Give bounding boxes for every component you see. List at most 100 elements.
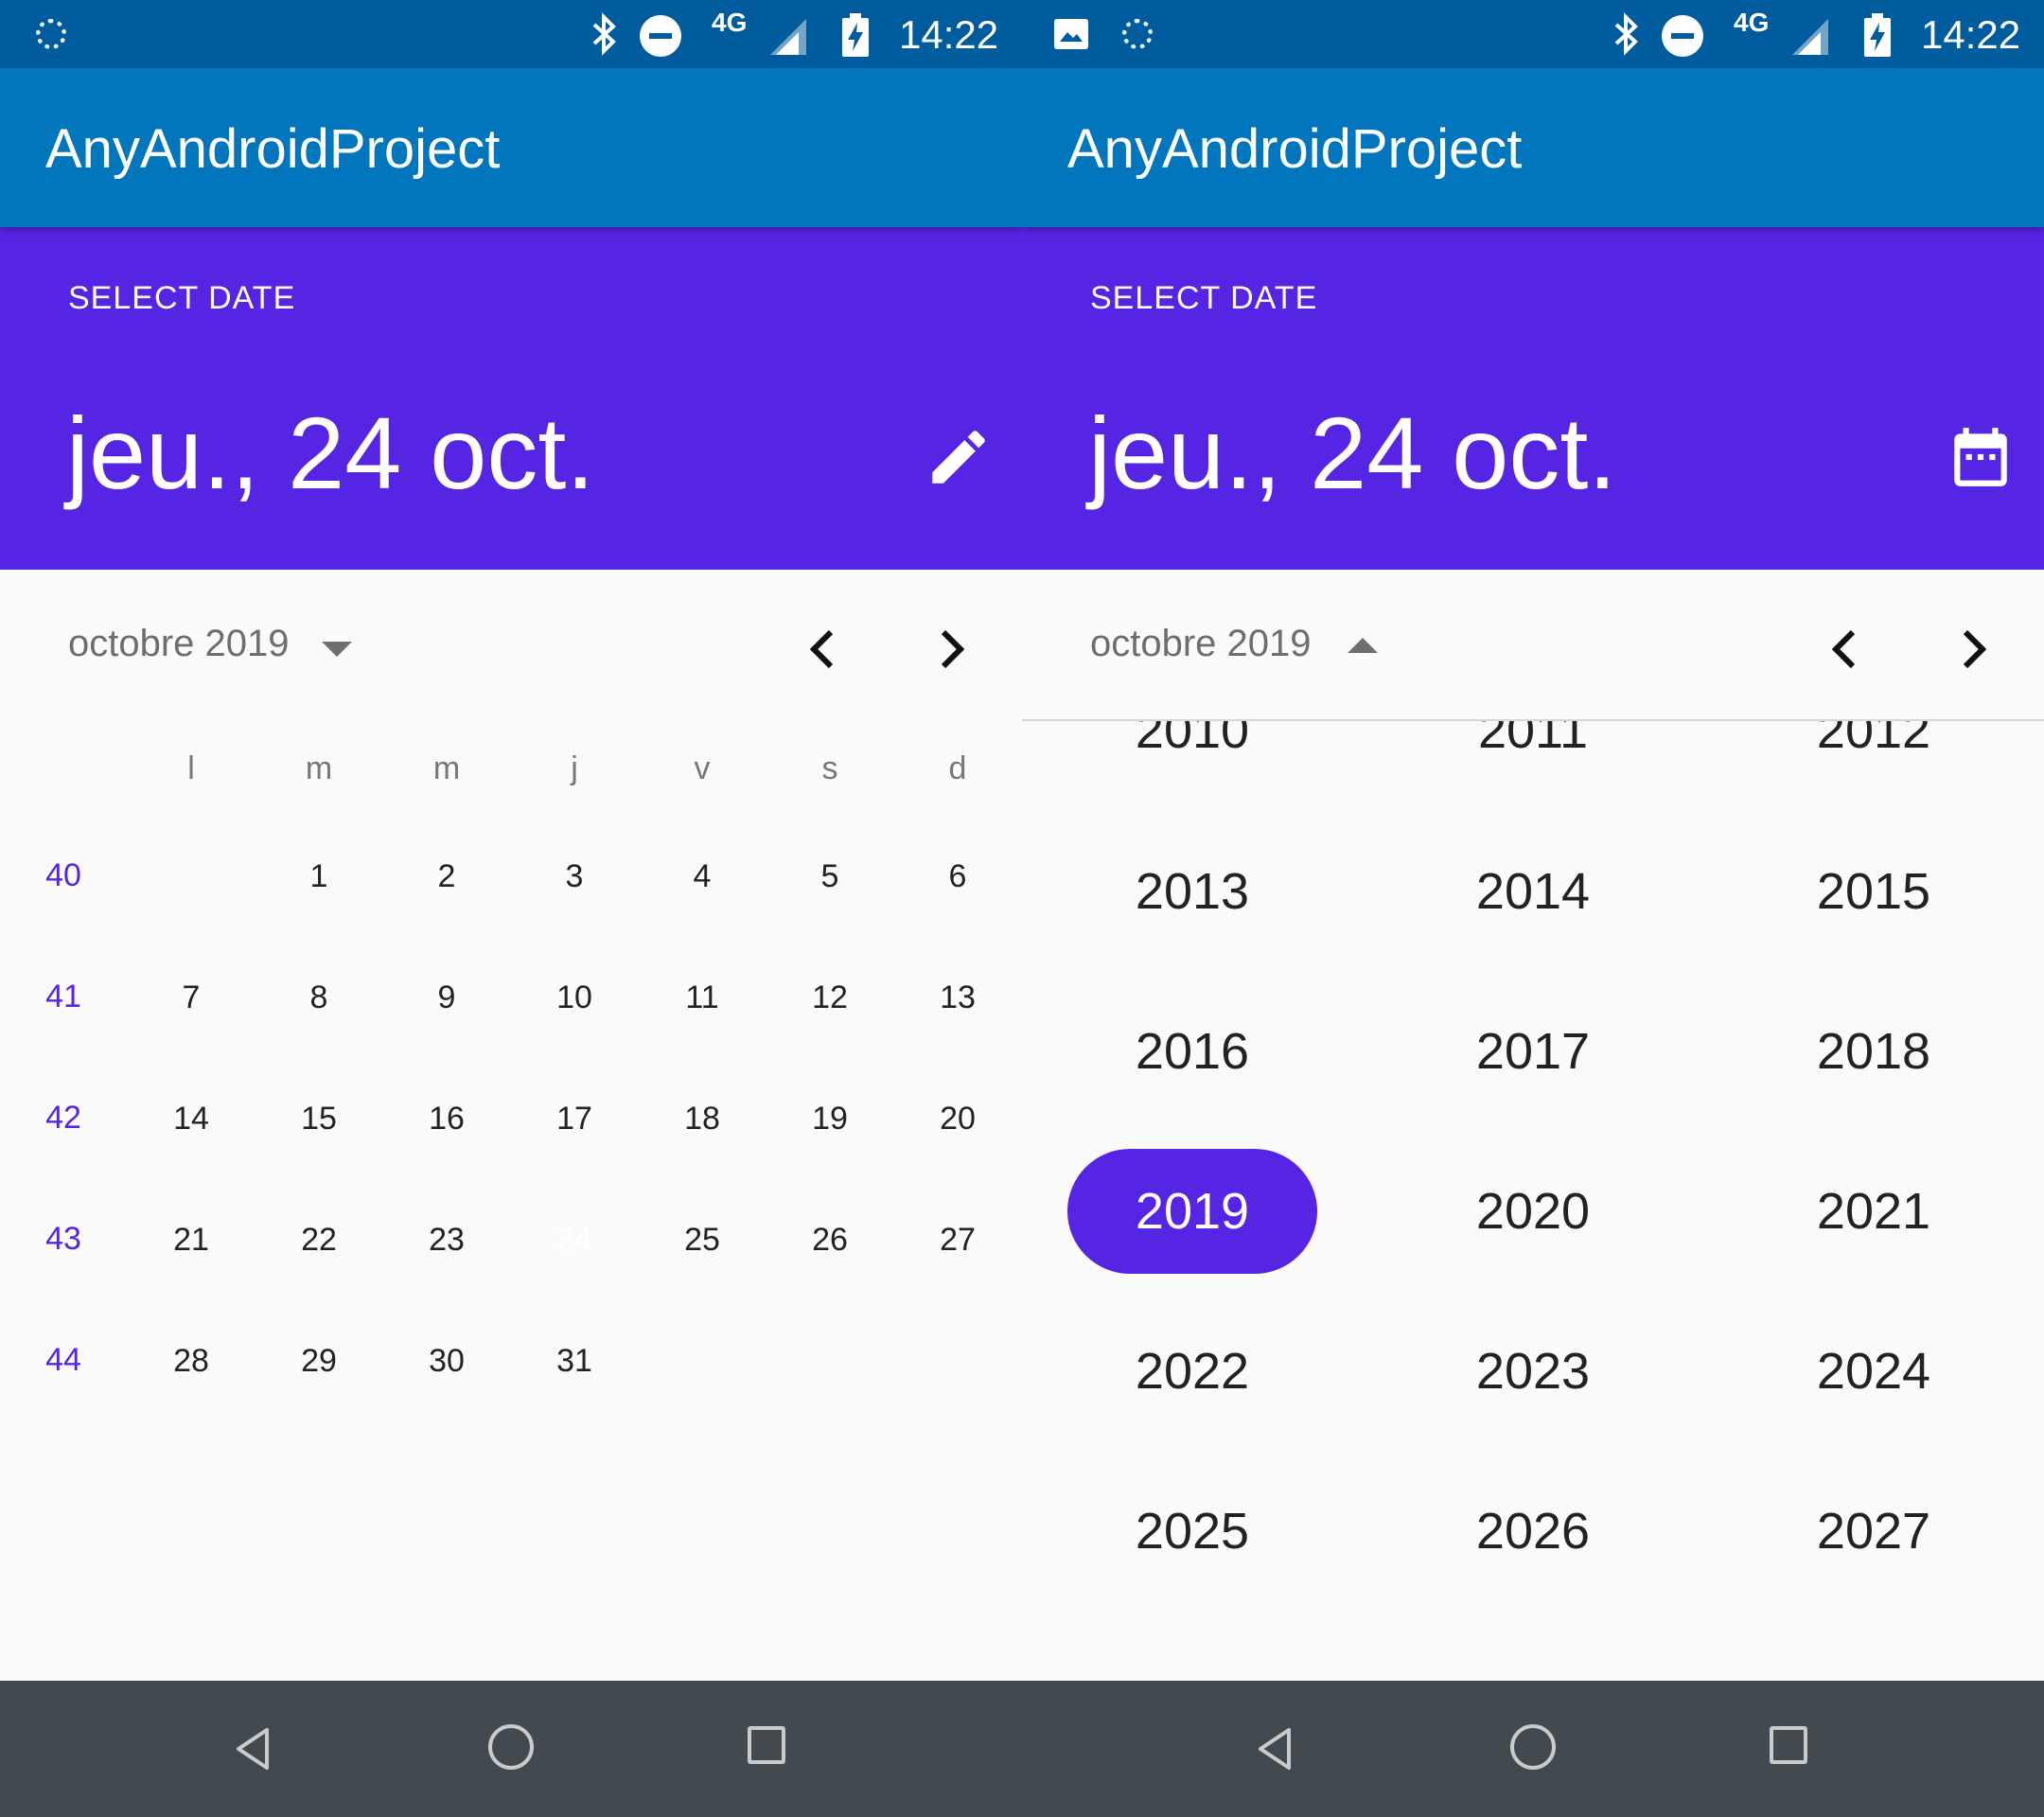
- selected-date-display: jeu., 24 oct.: [66, 396, 595, 510]
- year-item[interactable]: 2020: [1408, 1149, 1658, 1274]
- calendar-icon[interactable]: [1946, 422, 2016, 492]
- year-item[interactable]: 2013: [1067, 829, 1317, 954]
- day-cell[interactable]: 7: [144, 948, 238, 1047]
- app-bar: AnyAndroidProject: [0, 68, 1022, 227]
- day-cell[interactable]: 28: [144, 1312, 238, 1410]
- week-number: 44: [45, 1342, 81, 1378]
- recents-square-icon[interactable]: [1770, 1726, 1807, 1764]
- recents-square-icon[interactable]: [748, 1726, 785, 1764]
- triangle-down-icon[interactable]: [322, 642, 352, 657]
- home-circle-icon[interactable]: [488, 1724, 534, 1770]
- day-cell[interactable]: 27: [910, 1191, 1005, 1289]
- day-cell[interactable]: 1: [272, 827, 366, 926]
- chevron-left-icon[interactable]: [1826, 626, 1864, 672]
- bluetooth-icon: [592, 12, 616, 56]
- year-item[interactable]: 2021: [1749, 1149, 1999, 1274]
- status-bar: 4G 14:22: [1022, 0, 2044, 68]
- month-selector-row: octobre 2019: [1022, 570, 2044, 717]
- triangle-up-icon[interactable]: [1348, 638, 1378, 653]
- do-not-disturb-icon: [640, 15, 681, 57]
- day-cell[interactable]: 20: [910, 1069, 1005, 1168]
- home-circle-icon[interactable]: [1510, 1724, 1556, 1770]
- day-cell[interactable]: 19: [783, 1069, 877, 1168]
- pencil-icon[interactable]: [924, 422, 994, 492]
- year-item[interactable]: 2014: [1408, 829, 1658, 954]
- bluetooth-icon: [1614, 12, 1638, 56]
- day-cell[interactable]: 8: [272, 948, 366, 1047]
- day-cell[interactable]: 2: [399, 827, 494, 926]
- clock: 14:22: [1921, 12, 2021, 57]
- do-not-disturb-icon: [1662, 15, 1703, 57]
- week-number: 42: [45, 1100, 81, 1136]
- chevron-right-icon[interactable]: [1954, 626, 1992, 672]
- year-item[interactable]: 2027: [1749, 1469, 1999, 1594]
- year-item[interactable]: 2017: [1408, 989, 1658, 1114]
- weekday-label: v: [694, 750, 711, 786]
- select-date-label: SELECT DATE: [68, 280, 296, 316]
- sync-icon: [1122, 19, 1153, 49]
- day-cell[interactable]: 11: [655, 948, 749, 1047]
- weekday-label: m: [432, 750, 461, 786]
- month-year-dropdown[interactable]: octobre 2019: [1090, 623, 1312, 665]
- week-number: 40: [45, 857, 81, 893]
- day-cell[interactable]: 4: [655, 827, 749, 926]
- day-cell[interactable]: 14: [144, 1069, 238, 1168]
- date-picker-header: SELECT DATE jeu., 24 oct.: [1022, 227, 2044, 570]
- year-item[interactable]: 2011: [1408, 721, 1658, 793]
- phone-screen-calendar: 4G 14:22 AnyAndroidProject SELECT DATE j…: [0, 0, 1022, 1817]
- week-number: 43: [45, 1221, 81, 1257]
- network-type: 4G: [1734, 8, 1770, 37]
- weekday-label: s: [821, 750, 838, 786]
- weekday-label: j: [571, 750, 578, 786]
- year-item[interactable]: 2018: [1749, 989, 1999, 1114]
- selected-year-item[interactable]: 2019: [1067, 1149, 1317, 1274]
- day-cell[interactable]: 15: [272, 1069, 366, 1168]
- day-cell[interactable]: 23: [399, 1191, 494, 1289]
- day-cell[interactable]: 9: [399, 948, 494, 1047]
- year-item[interactable]: 2016: [1067, 989, 1317, 1114]
- phone-screen-year-picker: 4G 14:22 AnyAndroidProject SELECT DATE j…: [1022, 0, 2044, 1817]
- day-cell[interactable]: 31: [527, 1312, 622, 1410]
- back-triangle-icon[interactable]: [1255, 1726, 1295, 1772]
- month-selector-row: octobre 2019: [0, 570, 1022, 717]
- signal-icon: [1792, 19, 1828, 55]
- date-picker-header: SELECT DATE jeu., 24 oct.: [0, 227, 1022, 570]
- battery-charging-icon: [1864, 13, 1891, 57]
- day-cell[interactable]: 26: [783, 1191, 877, 1289]
- day-cell[interactable]: 6: [910, 827, 1005, 926]
- chevron-right-icon[interactable]: [932, 626, 970, 672]
- sync-icon: [36, 19, 66, 49]
- year-item[interactable]: 2026: [1408, 1469, 1658, 1594]
- day-cell[interactable]: 10: [527, 948, 622, 1047]
- network-type: 4G: [712, 8, 748, 37]
- day-cell[interactable]: 30: [399, 1312, 494, 1410]
- day-cell[interactable]: 13: [910, 948, 1005, 1047]
- weekday-label: m: [305, 750, 333, 786]
- year-item[interactable]: 2023: [1408, 1309, 1658, 1434]
- selected-day-cell[interactable]: 24: [525, 1191, 624, 1289]
- day-cell[interactable]: 29: [272, 1312, 366, 1410]
- day-cell[interactable]: 16: [399, 1069, 494, 1168]
- select-date-label: SELECT DATE: [1090, 280, 1318, 316]
- year-item[interactable]: 2025: [1067, 1469, 1317, 1594]
- day-cell[interactable]: 18: [655, 1069, 749, 1168]
- status-bar: 4G 14:22: [0, 0, 1022, 68]
- day-cell[interactable]: 21: [144, 1191, 238, 1289]
- battery-charging-icon: [842, 13, 869, 57]
- day-cell[interactable]: 12: [783, 948, 877, 1047]
- day-cell[interactable]: 5: [783, 827, 877, 926]
- year-item[interactable]: 2024: [1749, 1309, 1999, 1434]
- back-triangle-icon[interactable]: [233, 1726, 273, 1772]
- year-item[interactable]: 2022: [1067, 1309, 1317, 1434]
- year-item[interactable]: 2015: [1749, 829, 1999, 954]
- day-cell[interactable]: 3: [527, 827, 622, 926]
- year-item[interactable]: 2012: [1749, 721, 1999, 793]
- day-cell[interactable]: 17: [527, 1069, 622, 1168]
- app-bar: AnyAndroidProject: [1022, 68, 2044, 227]
- chevron-left-icon[interactable]: [804, 626, 842, 672]
- day-cell[interactable]: 25: [655, 1191, 749, 1289]
- month-year-dropdown[interactable]: octobre 2019: [68, 623, 290, 665]
- clock: 14:22: [899, 12, 999, 57]
- year-item[interactable]: 2010: [1067, 721, 1317, 793]
- day-cell[interactable]: 22: [272, 1191, 366, 1289]
